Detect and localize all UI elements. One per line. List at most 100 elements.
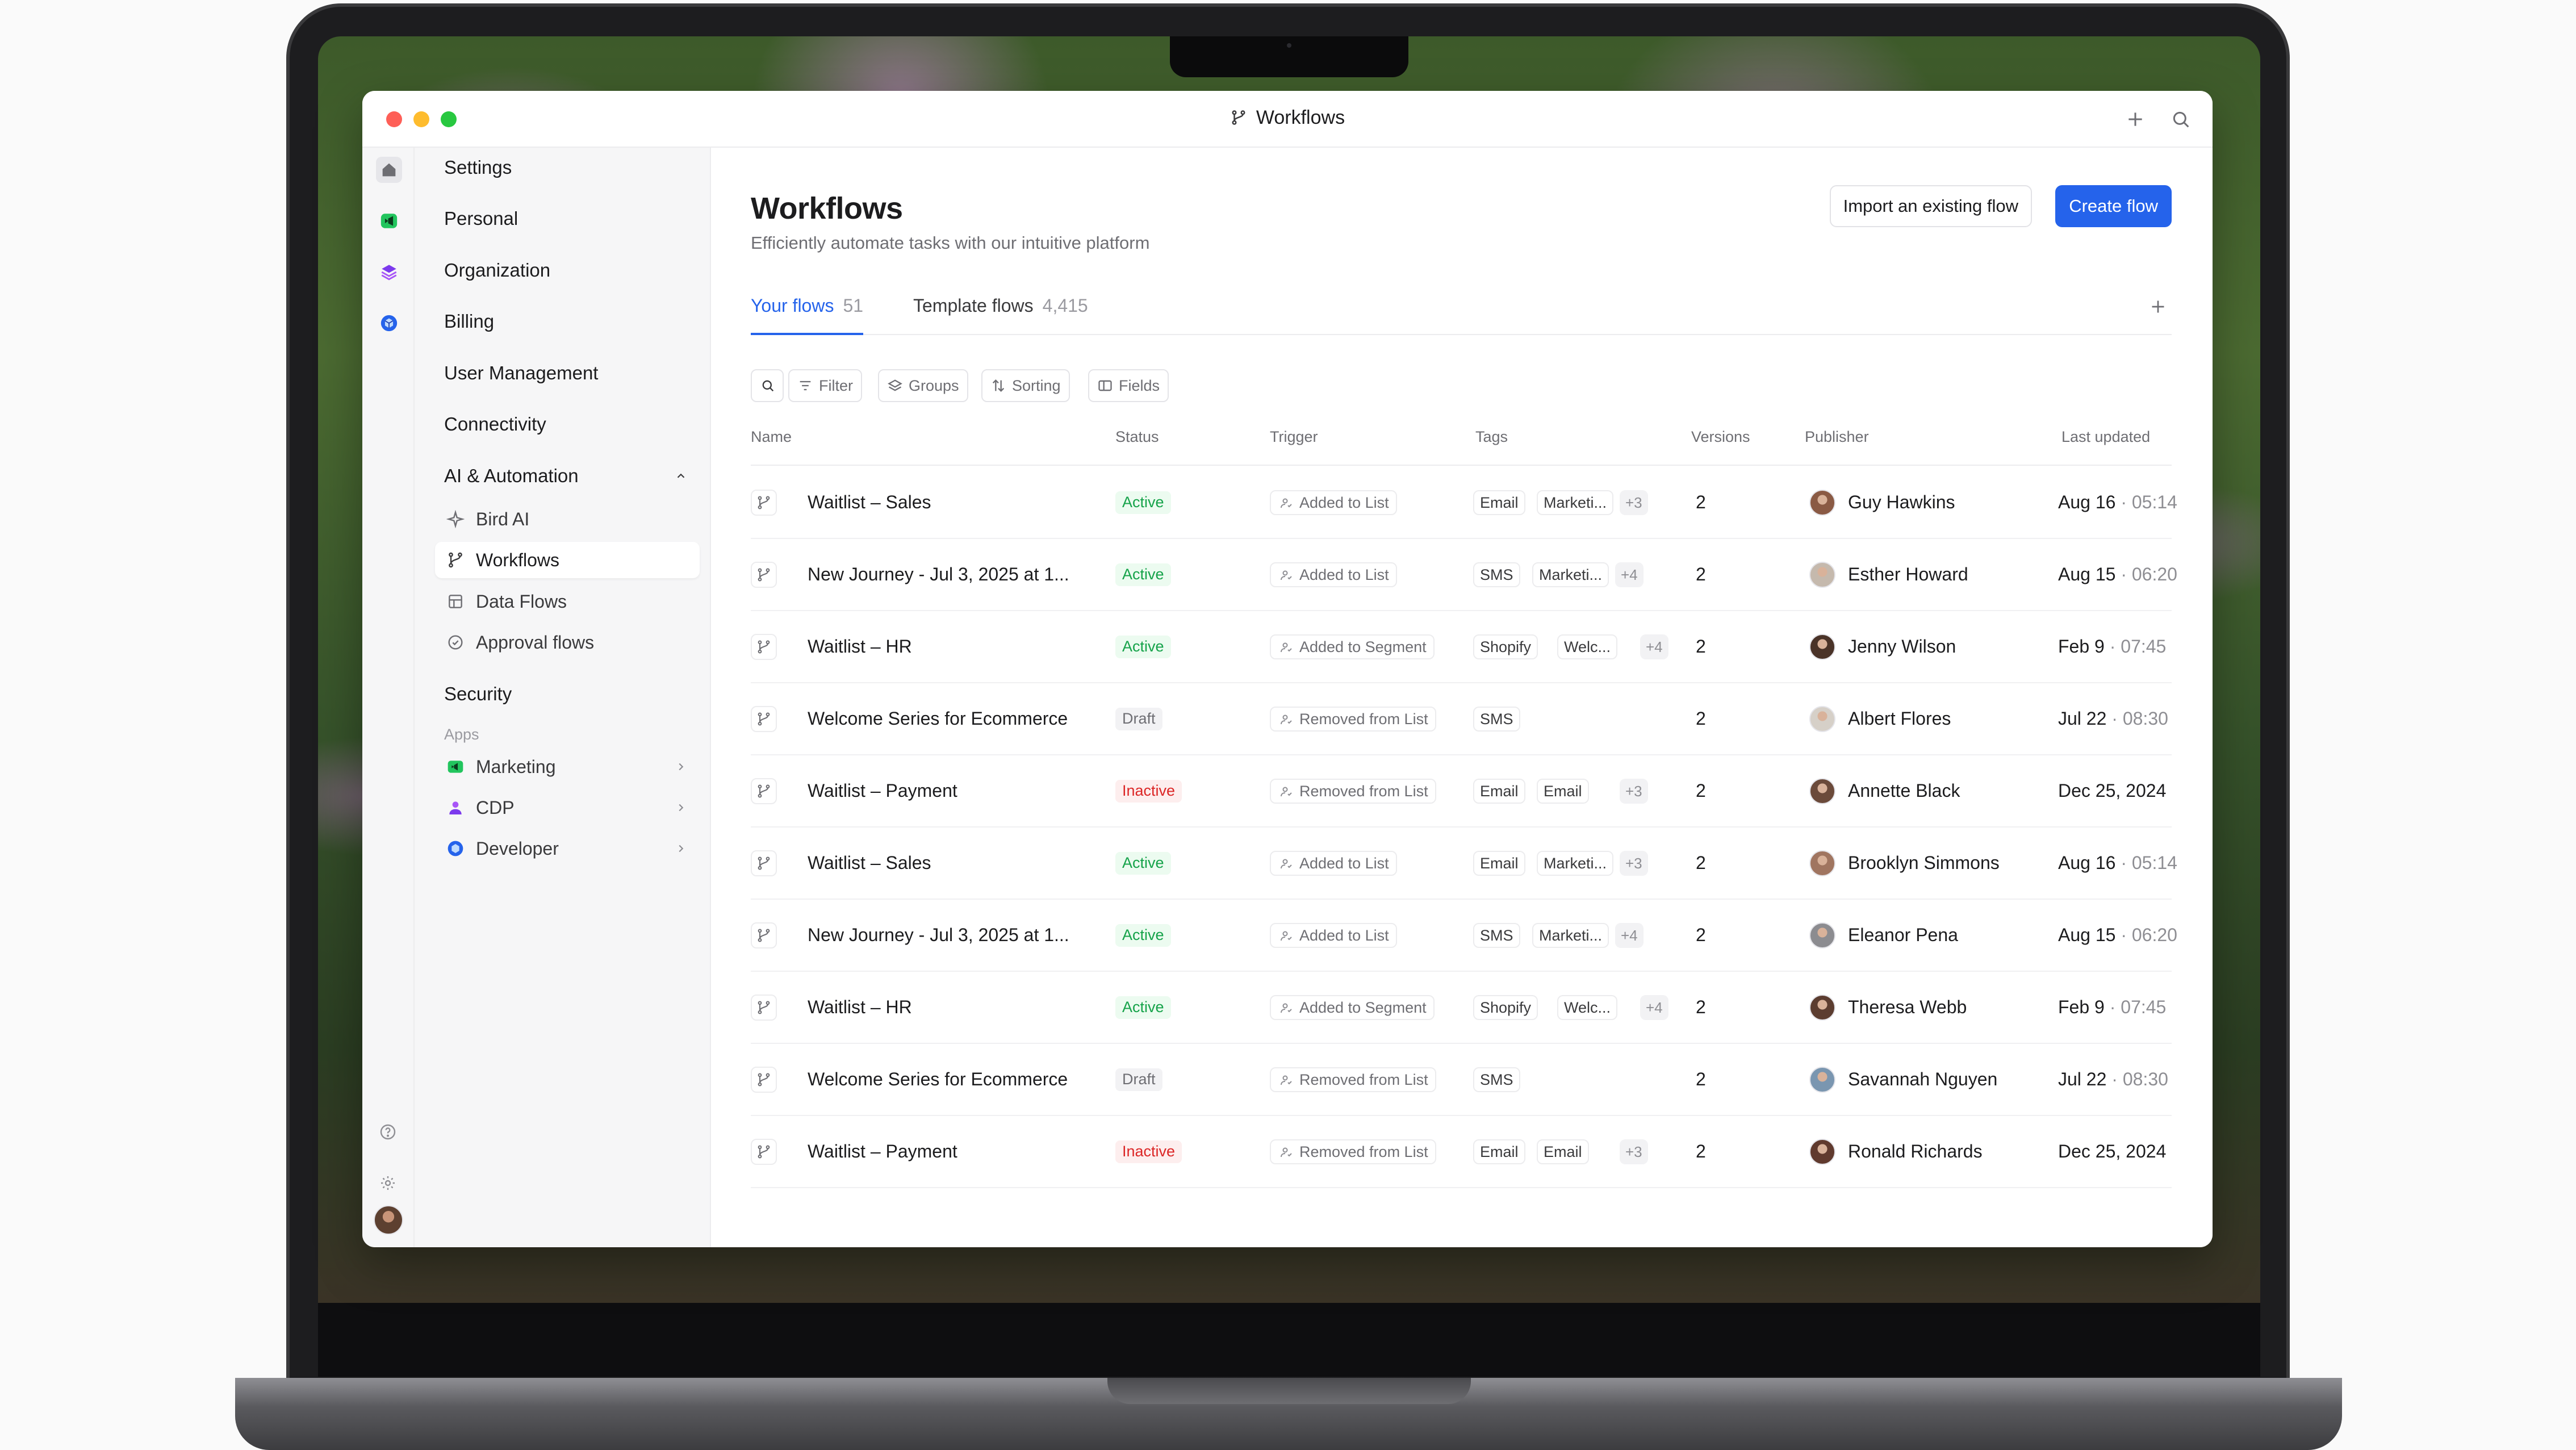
sidebar-item-connectivity[interactable]: Connectivity [435,404,700,444]
col-trigger[interactable]: Trigger [1270,428,1318,446]
tag-chip[interactable]: Welc... [1557,634,1618,659]
table-row[interactable]: Waitlist – HR Active Added to Segment Shopi… [751,611,2172,683]
sidebar-item-organization[interactable]: Organization [435,250,700,290]
col-versions[interactable]: Versions [1691,428,1750,446]
filter-button[interactable]: Filter [788,369,862,402]
camera [1287,43,1291,48]
sidebar-item-cdp[interactable]: CDP [435,789,700,826]
sidebar-item-label: Data Flows [476,591,567,612]
developer-app-button[interactable] [376,310,402,336]
last-updated: Aug 16 · 05:14 [2058,828,2182,899]
help-button[interactable] [375,1119,401,1145]
fields-button[interactable]: Fields [1088,369,1169,402]
status-badge: Active [1115,563,1171,586]
groups-button[interactable]: Groups [878,369,968,402]
more-tags-badge[interactable]: +4 [1615,562,1644,587]
tag-chip[interactable]: SMS [1473,707,1520,732]
sidebar-item-marketing[interactable]: Marketing [435,749,700,785]
more-tags-badge[interactable]: +3 [1620,490,1648,515]
plus-icon[interactable] [2124,108,2147,131]
col-publisher[interactable]: Publisher [1805,428,1869,446]
marketing-app-button[interactable] [376,208,402,234]
status-badge: Draft [1115,1068,1162,1091]
table-row[interactable]: Welcome Series for Ecommerce Draft Removed… [751,683,2172,755]
workflow-row-icon [751,994,777,1021]
user-trigger-icon [1281,787,1292,797]
settings-button[interactable] [375,1170,401,1196]
flow-name[interactable]: Welcome Series for Ecommerce [808,683,1103,754]
sidebar-item-bird-ai[interactable]: Bird AI [435,501,700,537]
flow-name[interactable]: Waitlist – Sales [808,828,1103,899]
more-tags-badge[interactable]: +3 [1620,1139,1648,1164]
tag-chip[interactable]: Email [1473,779,1525,804]
col-last-updated[interactable]: Last updated [2061,428,2150,446]
tag-chip[interactable]: Marketi... [1532,923,1609,948]
sidebar-item-developer[interactable]: Developer [435,830,700,867]
tag-chip[interactable]: Welc... [1557,995,1618,1020]
col-status[interactable]: Status [1115,428,1159,446]
flow-name[interactable]: Waitlist – Sales [808,467,1103,538]
more-tags-badge[interactable]: +4 [1615,923,1644,948]
user-trigger-icon [1281,714,1292,725]
cdp-app-button[interactable] [376,259,402,285]
sidebar-item-data-flows[interactable]: Data Flows [435,583,700,620]
table-row[interactable]: Waitlist – HR Active Added to Segment Shopi… [751,972,2172,1044]
create-flow-button[interactable]: Create flow [2055,185,2172,227]
tag-chip[interactable]: Shopify [1473,995,1538,1020]
user-avatar[interactable] [374,1205,403,1235]
more-tags-badge[interactable]: +4 [1640,995,1668,1020]
flow-name[interactable]: New Journey - Jul 3, 2025 at 1... [808,900,1103,971]
sidebar-item-ai-automation[interactable]: AI & Automation [435,456,700,496]
sidebar-item-user-management[interactable]: User Management [435,353,700,393]
sorting-button[interactable]: Sorting [981,369,1070,402]
table-row[interactable]: Waitlist – Sales Active Added to List Email… [751,467,2177,539]
home-button[interactable] [376,157,402,183]
flow-name[interactable]: Waitlist – Payment [808,1116,1103,1187]
sidebar-item-personal[interactable]: Personal [435,199,700,239]
tag-chip[interactable]: Email [1537,1139,1589,1164]
tag-chip[interactable]: Marketi... [1532,562,1609,587]
flow-name[interactable]: Waitlist – HR [808,972,1103,1043]
tag-chip[interactable]: Email [1473,490,1525,515]
tag-chip[interactable]: Email [1473,851,1525,876]
tag-chip[interactable]: SMS [1473,923,1520,948]
flow-name[interactable]: Waitlist – Payment [808,755,1103,826]
table-row[interactable]: Waitlist – Sales Active Added to List Email… [751,828,2177,900]
tag-chip[interactable]: SMS [1473,1067,1520,1092]
search-icon[interactable] [2169,108,2192,131]
sorting-label: Sorting [1012,377,1061,394]
sidebar-item-security[interactable]: Security [435,674,700,714]
more-tags-badge[interactable]: +4 [1640,634,1668,659]
tag-chip[interactable]: Marketi... [1537,851,1614,876]
table-row[interactable]: New Journey - Jul 3, 2025 at 1... Active A… [751,900,2177,972]
table-row[interactable]: Waitlist – Payment Inactive Removed from L… [751,755,2172,828]
import-flow-button[interactable]: Import an existing flow [1829,185,2032,227]
app-rail [362,148,415,1247]
table-row[interactable]: Welcome Series for Ecommerce Draft Removed… [751,1044,2172,1116]
sidebar-item-approval-flows[interactable]: Approval flows [435,624,700,661]
table-row[interactable]: New Journey - Jul 3, 2025 at 1... Active A… [751,539,2177,611]
trigger-label: Removed from List [1299,1071,1428,1088]
col-tags[interactable]: Tags [1475,428,1508,446]
updated-time: · 07:45 [2104,636,2167,657]
flow-name[interactable]: New Journey - Jul 3, 2025 at 1... [808,539,1103,610]
tab-template-flows[interactable]: Template flows 4,415 [913,290,1088,335]
tag-chip[interactable]: Marketi... [1537,490,1614,515]
more-tags-badge[interactable]: +3 [1620,851,1648,876]
table-row[interactable]: Waitlist – Payment Inactive Removed from L… [751,1116,2172,1188]
tag-chip[interactable]: Shopify [1473,634,1538,659]
flow-name[interactable]: Waitlist – HR [808,611,1103,682]
tag-chip[interactable]: Email [1473,1139,1525,1164]
sidebar-item-billing[interactable]: Billing [435,302,700,341]
sidebar-item-settings[interactable]: Settings [435,148,700,187]
sidebar-item-workflows[interactable]: Workflows [435,542,700,578]
add-tab-plus-icon[interactable] [2148,296,2168,317]
status-badge: Inactive [1115,1140,1182,1163]
tab-your-flows[interactable]: Your flows 51 [751,290,864,335]
table-search-button[interactable] [751,369,784,402]
flow-name[interactable]: Welcome Series for Ecommerce [808,1044,1103,1115]
col-name[interactable]: Name [751,428,792,446]
more-tags-badge[interactable]: +3 [1620,779,1648,804]
tag-chip[interactable]: Email [1537,779,1589,804]
tag-chip[interactable]: SMS [1473,562,1520,587]
